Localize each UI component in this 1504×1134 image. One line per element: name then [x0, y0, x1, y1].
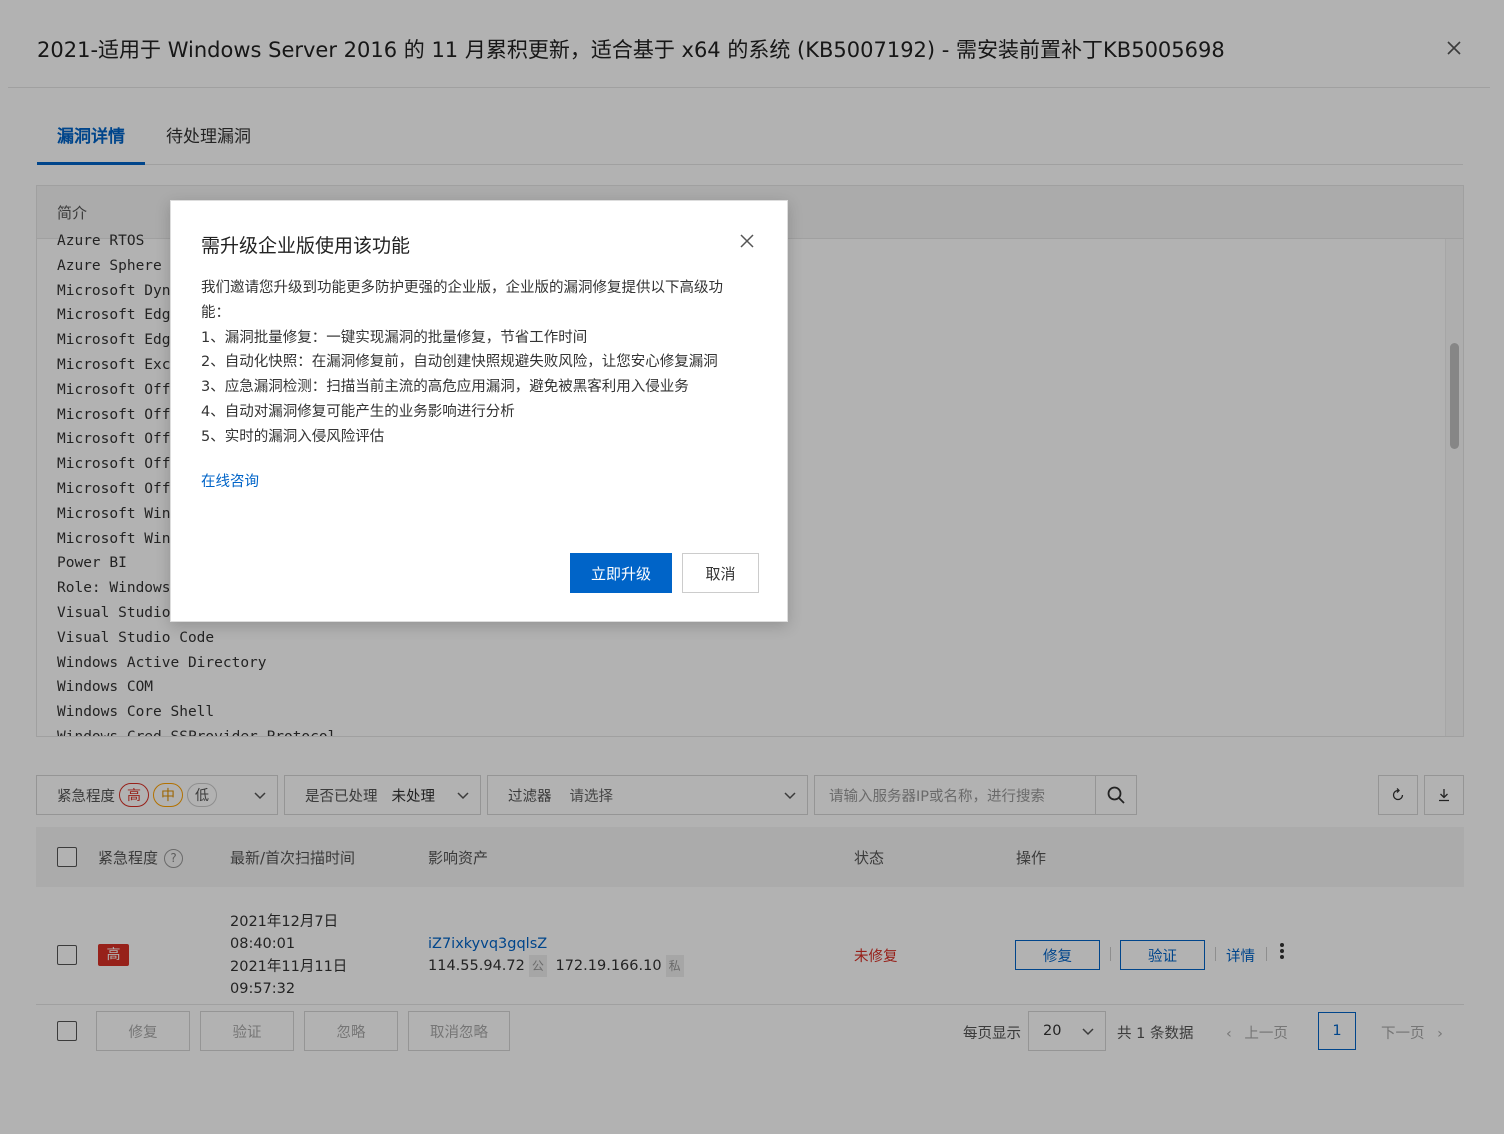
feature-item: 4、自动对漏洞修复可能产生的业务影响进行分析: [201, 403, 515, 420]
dialog-intro: 我们邀请您升级到功能更多防护更强的企业版，企业版的漏洞修复提供以下高级功能：: [201, 280, 723, 321]
close-icon[interactable]: [739, 233, 755, 249]
dialog-body: 我们邀请您升级到功能更多防护更强的企业版，企业版的漏洞修复提供以下高级功能： 1…: [201, 276, 746, 450]
upgrade-button[interactable]: 立即升级: [570, 553, 672, 593]
feature-item: 3、应急漏洞检测：扫描当前主流的高危应用漏洞，避免被黑客利用入侵业务: [201, 379, 689, 396]
cancel-button[interactable]: 取消: [682, 553, 759, 593]
online-consult-link[interactable]: 在线咨询: [201, 470, 259, 491]
dialog-title: 需升级企业版使用该功能: [201, 235, 411, 257]
upgrade-dialog: 需升级企业版使用该功能 我们邀请您升级到功能更多防护更强的企业版，企业版的漏洞修…: [170, 200, 788, 622]
feature-item: 1、漏洞批量修复：一键实现漏洞的批量修复，节省工作时间: [201, 329, 588, 346]
feature-item: 2、自动化快照：在漏洞修复前，自动创建快照规避失败风险，让您安心修复漏洞: [201, 354, 718, 371]
feature-item: 5、实时的漏洞入侵风险评估: [201, 428, 385, 445]
